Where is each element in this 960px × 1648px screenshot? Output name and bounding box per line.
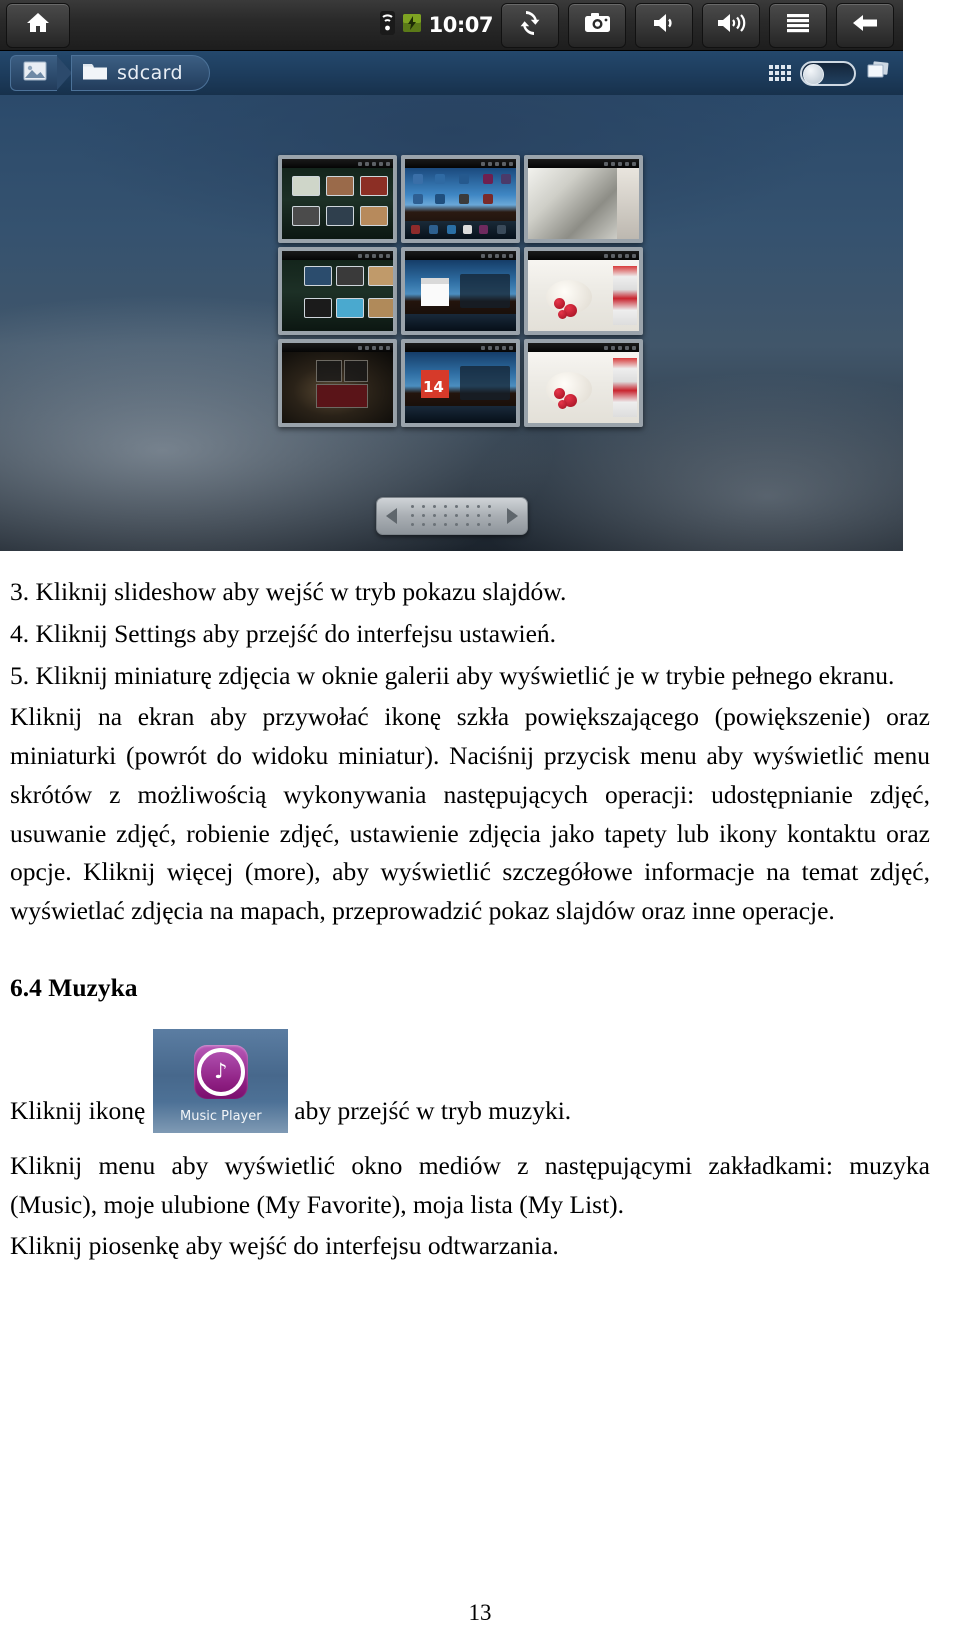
- thumb-dock: [405, 314, 516, 331]
- thumbnail-item[interactable]: [278, 339, 397, 427]
- thumb-statusbar: [282, 159, 393, 168]
- thumb-dock: [405, 406, 516, 423]
- thumbnail-item[interactable]: [524, 247, 643, 335]
- thumb-sidepanel: [617, 168, 639, 239]
- thumb-statusbar: [282, 343, 393, 352]
- picture-icon: [23, 61, 47, 86]
- wifi-icon: [379, 10, 395, 40]
- list-item-4: 4. Kliknij Settings aby przejść do inter…: [10, 618, 557, 648]
- music-tail-text: aby przejść w tryb muzyki.: [294, 1096, 572, 1125]
- volume-high-icon: [715, 11, 747, 40]
- thumb-content: [282, 352, 393, 423]
- music-lead-text: Kliknij ikonę: [10, 1096, 146, 1125]
- music-player-icon-tile: ♪ Music Player: [153, 1028, 289, 1133]
- list-item-3: 3. Kliknij slideshow aby wejść w tryb po…: [10, 577, 567, 606]
- breadcrumb-folder-sdcard[interactable]: sdcard: [71, 55, 210, 91]
- breadcrumb-gallery-root[interactable]: [10, 55, 57, 91]
- thumb-statusbar: [405, 251, 516, 260]
- gallery-pager[interactable]: [375, 497, 528, 535]
- paragraph-media-tabs: Kliknij menu aby wyświetlić okno mediów …: [10, 1150, 930, 1219]
- menu-button[interactable]: [769, 2, 827, 48]
- back-arrow-icon: [851, 12, 879, 39]
- thumb-date-number: 14: [423, 378, 444, 396]
- thumb-statusbar: [405, 343, 516, 352]
- thumb-statusbar: [528, 159, 639, 168]
- home-icon: [25, 11, 51, 40]
- music-icon-row: Kliknij ikonę ♪ Music Player aby przejść…: [10, 1028, 930, 1133]
- section-heading-music: 6.4 Muzyka: [10, 972, 138, 1002]
- pager-grip-dots: [410, 504, 493, 528]
- thumbnail-item[interactable]: [278, 247, 397, 335]
- thumb-statusbar: [528, 343, 639, 352]
- thumb-statusbar: [528, 251, 639, 260]
- thumb-calendar-widget: [421, 278, 449, 306]
- breadcrumb: sdcard: [0, 51, 903, 95]
- volume-up-button[interactable]: [702, 2, 760, 48]
- hamburger-menu-icon: [785, 12, 811, 39]
- thumb-statusbar: [282, 251, 393, 260]
- paragraph-gallery-operations: Kliknij na ekran aby przywołać ikonę szk…: [10, 702, 930, 925]
- toggle-knob: [803, 63, 824, 85]
- thumb-content: [282, 168, 393, 239]
- thumb-weather-widget: [460, 366, 510, 400]
- document-body: 3. Kliknij slideshow aby wejść w tryb po…: [0, 573, 960, 1266]
- thumb-sidepanel: [613, 266, 637, 325]
- home-button[interactable]: [6, 2, 70, 48]
- page-number: 13: [468, 1600, 492, 1625]
- grid-view-icon[interactable]: [769, 65, 791, 81]
- status-clock: 10:07: [428, 13, 494, 37]
- music-icon-ring: ♪: [196, 1047, 245, 1096]
- device-screenshot: 10:07 sdcard 14: [0, 0, 903, 551]
- thumb-content: [405, 260, 516, 331]
- back-button[interactable]: [836, 2, 894, 48]
- thumb-content: [528, 352, 639, 423]
- volume-low-icon: [650, 11, 678, 40]
- paragraph-play-song: Kliknij piosenkę aby wejść do interfejsu…: [10, 1231, 559, 1261]
- thumb-content: [282, 260, 393, 331]
- thumb-statusbar: [405, 159, 516, 168]
- camera-icon: [584, 12, 611, 39]
- screenshot-camera-button[interactable]: [568, 2, 626, 48]
- thumb-content: [528, 168, 639, 239]
- thumbnail-item[interactable]: [524, 339, 643, 427]
- thumb-content: 14: [405, 352, 516, 423]
- thumbnail-grid: 14: [278, 155, 643, 427]
- view-mode-toggle[interactable]: [800, 60, 856, 86]
- breadcrumb-folder-label: sdcard: [117, 62, 183, 84]
- thumbnail-item[interactable]: [401, 155, 520, 243]
- breadcrumb-separator: [57, 56, 72, 90]
- thumb-sidepanel: [613, 358, 637, 417]
- refresh-icon: [517, 10, 543, 41]
- thumbnail-item[interactable]: [401, 247, 520, 335]
- music-note-glyph: ♪: [214, 1059, 228, 1084]
- battery-charging-icon: [402, 11, 422, 40]
- system-toolbar: 10:07: [0, 0, 903, 51]
- refresh-button[interactable]: [501, 2, 559, 48]
- thumbnail-item[interactable]: 14: [401, 339, 520, 427]
- pager-prev-arrow-icon[interactable]: [385, 508, 397, 524]
- thumb-dock: [405, 221, 516, 239]
- status-area: 10:07: [71, 2, 903, 48]
- pager-next-arrow-icon[interactable]: [506, 508, 518, 524]
- thumb-content: [405, 168, 516, 239]
- thumb-weather-widget: [460, 274, 510, 308]
- manual-page: 10:07 sdcard 14 3. Kliknij slideshow aby…: [0, 0, 960, 1648]
- gallery-canvas: 14: [0, 95, 903, 551]
- thumbnail-item[interactable]: [278, 155, 397, 243]
- folder-icon: [82, 61, 108, 86]
- thumbnail-item[interactable]: [524, 155, 643, 243]
- volume-down-button[interactable]: [635, 2, 693, 48]
- thumb-content: [528, 260, 639, 331]
- list-item-5: 5. Kliknij miniaturę zdjęcia w oknie gal…: [10, 660, 895, 690]
- music-note-icon: ♪: [193, 1044, 248, 1099]
- stacked-cards-icon[interactable]: [865, 60, 891, 87]
- music-player-tile-label: Music Player: [180, 1108, 262, 1124]
- breadcrumb-actions: [769, 60, 903, 87]
